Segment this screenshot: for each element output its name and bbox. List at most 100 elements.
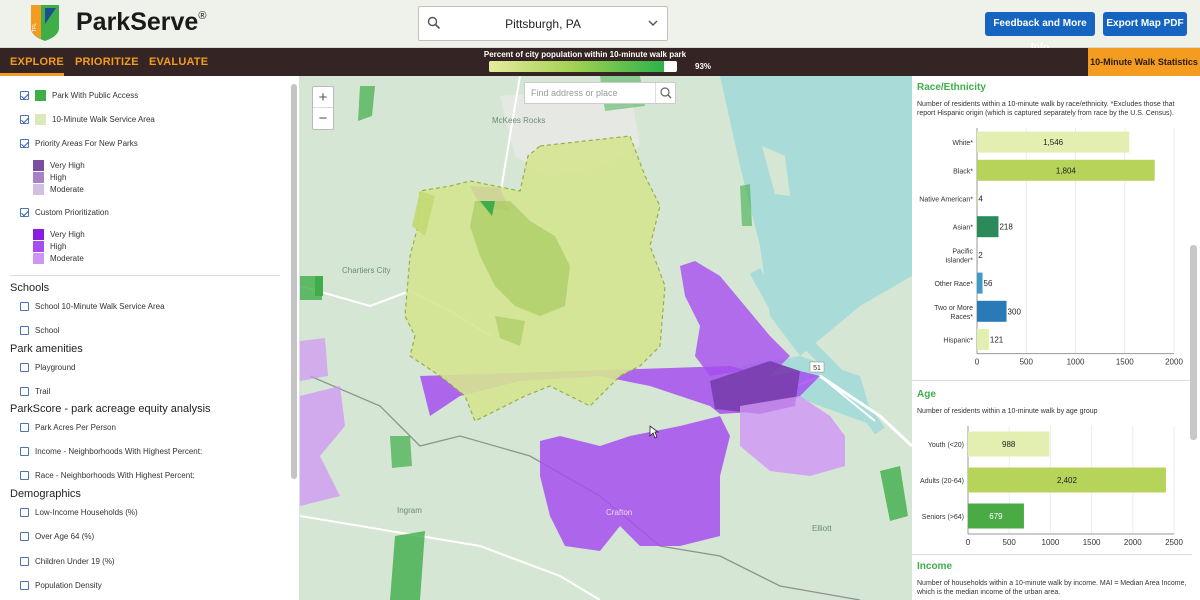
section-parkscore: ParkScore - park acreage equity analysis [10, 403, 211, 415]
tick-label: 500 [1003, 538, 1017, 547]
progress-bar [489, 61, 677, 72]
tick-label: 2500 [1165, 538, 1183, 547]
legend-swatch [33, 240, 44, 252]
tick-label: 0 [975, 358, 980, 367]
layer-label: School [35, 325, 60, 335]
progress-fill [489, 61, 664, 72]
map-canvas[interactable]: 51 [300, 76, 912, 600]
checkbox[interactable] [20, 301, 29, 311]
legend-label: Moderate [50, 184, 84, 194]
priority-area [300, 338, 328, 381]
category-label: White* [952, 140, 973, 147]
layer-low-income[interactable]: Low-Income Households (%) [20, 505, 138, 519]
address-search-input[interactable]: Find address or place [524, 82, 676, 104]
layer-label: Playground [35, 362, 76, 372]
address-search-button[interactable] [655, 83, 675, 103]
layer-label: Population Density [35, 580, 102, 590]
layer-walk-service-area[interactable]: 10-Minute Walk Service Area [20, 112, 155, 126]
progress-percent: 93% [695, 62, 712, 71]
statistics-scrollbar[interactable] [1190, 245, 1197, 440]
race-chart-svg: 0 500 1000 1500 2000 White* 1,546 Black* 1,804 Na… [919, 128, 1183, 367]
checkbox[interactable] [20, 362, 29, 372]
legend-swatch [33, 228, 44, 240]
custom-legend-high: High [33, 240, 66, 252]
zoom-in-button[interactable]: + [313, 87, 333, 108]
layer-label: Custom Prioritization [35, 207, 109, 217]
location-select[interactable]: Pittsburgh, PA [418, 6, 668, 41]
value-label: 4 [978, 195, 983, 204]
bar [977, 272, 983, 294]
layer-school[interactable]: School [20, 323, 59, 337]
value-label: 218 [999, 223, 1013, 232]
age-chart-svg: 0 500 1000 1500 2000 2500 Youth (<20) 988 Adults… [920, 426, 1183, 547]
tick-label: 2000 [1165, 358, 1183, 367]
legend-swatch [33, 252, 44, 264]
layer-custom-prioritization[interactable]: Custom Prioritization [20, 205, 109, 219]
layers-panel [0, 76, 300, 600]
legend-label: Moderate [50, 253, 84, 263]
section-park-amenities: Park amenities [10, 343, 83, 355]
app-header: TPL ParkServe® Pittsburgh, PA Feedback a… [0, 0, 1200, 53]
checkbox[interactable] [20, 207, 29, 217]
layer-label: Park With Public Access [52, 90, 139, 100]
checkbox[interactable] [20, 90, 29, 100]
layer-school-walk-area[interactable]: School 10-Minute Walk Service Area [20, 299, 165, 313]
layer-trail[interactable]: Trail [20, 384, 50, 398]
bar [977, 300, 1007, 322]
checkbox[interactable] [20, 556, 29, 566]
legend-label: Very High [50, 160, 85, 170]
tab-10-minute-walk-statistics[interactable]: 10-Minute Walk Statistics [1088, 48, 1200, 76]
checkbox[interactable] [20, 470, 29, 480]
layer-priority-areas[interactable]: Priority Areas For New Parks [20, 136, 138, 150]
layer-children[interactable]: Children Under 19 (%) [20, 554, 115, 568]
checkbox[interactable] [20, 446, 29, 456]
legend-swatch [33, 183, 44, 195]
legend-label: High [50, 241, 67, 251]
age-section-title: Age [917, 389, 936, 400]
category-label: Adults (20-64) [920, 478, 964, 485]
layer-label: Trail [35, 386, 51, 396]
checkbox[interactable] [20, 138, 29, 148]
app-title: ParkServe® [76, 8, 207, 36]
category-label: Other Race* [934, 281, 973, 288]
feedback-button[interactable]: Feedback and More Info [985, 12, 1095, 53]
checkbox[interactable] [20, 580, 29, 590]
layer-playground[interactable]: Playground [20, 360, 75, 374]
location-value: Pittsburgh, PA [505, 17, 581, 31]
export-pdf-button[interactable]: Export Map PDF [1103, 12, 1187, 36]
value-label: 1,546 [1043, 138, 1064, 147]
checkbox[interactable] [20, 507, 29, 517]
tab-evaluate[interactable]: EVALUATE [149, 56, 208, 68]
checkbox[interactable] [20, 422, 29, 432]
tab-prioritize[interactable]: PRIORITIZE [75, 56, 139, 68]
address-placeholder: Find address or place [531, 88, 618, 98]
tab-explore[interactable]: EXPLORE [10, 56, 64, 68]
layer-park-public-access[interactable]: Park With Public Access [20, 88, 138, 102]
tick-label: 500 [1020, 358, 1034, 367]
layer-label: Children Under 19 (%) [35, 556, 115, 566]
layer-population-density[interactable]: Population Density [20, 578, 102, 592]
layer-label: Priority Areas For New Parks [35, 138, 138, 148]
checkbox[interactable] [20, 114, 29, 124]
checkbox[interactable] [20, 325, 29, 335]
category-label: Seniors (>64) [922, 514, 964, 521]
map-view[interactable]: 51 McKees Rocks Chartiers City Ingram Cr… [300, 76, 912, 600]
layer-race-neighborhoods[interactable]: Race - Neighborhoods With Highest Percen… [20, 468, 195, 482]
layer-income-neighborhoods[interactable]: Income - Neighborhoods With Highest Perc… [20, 444, 202, 458]
layer-label: Over Age 64 (%) [35, 531, 95, 541]
checkbox[interactable] [20, 531, 29, 541]
race-section-title: Race/Ethnicity [917, 82, 986, 93]
category-label: Native American* [919, 197, 973, 204]
tick-label: 1500 [1083, 538, 1101, 547]
layers-scrollbar[interactable] [291, 84, 297, 479]
priority-legend-very-high: Very High [33, 159, 85, 171]
divider [912, 554, 1192, 555]
legend-swatch [33, 171, 44, 183]
custom-legend-very-high: Very High [33, 228, 85, 240]
divider [10, 275, 280, 276]
layer-over-64[interactable]: Over Age 64 (%) [20, 529, 94, 543]
zoom-out-button[interactable]: − [313, 108, 333, 129]
layer-park-acres[interactable]: Park Acres Per Person [20, 420, 116, 434]
custom-legend-moderate: Moderate [33, 252, 84, 264]
checkbox[interactable] [20, 386, 29, 396]
